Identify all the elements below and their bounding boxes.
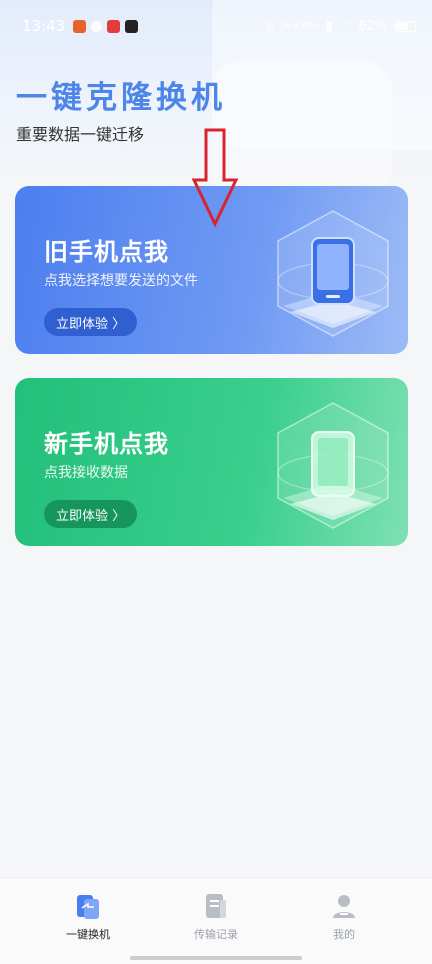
new-phone-illustration — [277, 402, 389, 529]
tab-label: 一键换机 — [66, 928, 110, 941]
notification-app-icon — [125, 19, 139, 33]
tab-mine[interactable]: 我的 — [299, 878, 389, 964]
notification-app-icon — [73, 19, 87, 33]
page-subtitle: 重要数据一键迁移 — [16, 125, 145, 144]
new-phone-card[interactable]: 新手机点我 点我接收数据 立即体验 〉 — [15, 378, 408, 546]
tab-label: 我的 — [333, 928, 355, 941]
notification-app-icon — [107, 19, 121, 33]
wifi-icon: ◠ — [339, 18, 352, 34]
network-speed: 26.3 KB/s — [280, 21, 319, 30]
sim-icon: ▮ — [325, 18, 333, 34]
card-description: 点我选择想要发送的文件 — [44, 273, 198, 289]
user-icon — [333, 895, 355, 918]
tab-one-click-switch[interactable]: 一键换机 — [43, 878, 133, 964]
phone-swap-icon — [77, 895, 99, 919]
header-decoration — [212, 60, 392, 190]
down-arrow-icon — [192, 128, 238, 228]
try-now-button[interactable]: 立即体验 〉 — [44, 308, 138, 336]
bottom-tab-bar: 一键换机 传输记录 我的 — [0, 877, 432, 964]
try-now-button[interactable]: 立即体验 〉 — [44, 500, 138, 528]
tab-transfer-records[interactable]: 传输记录 — [171, 878, 261, 964]
status-time: 13:43 — [22, 17, 66, 35]
status-bar: 13:43 ▯ 26.3 KB/s ▮ ◠ 62% — [0, 0, 432, 52]
old-phone-illustration — [277, 210, 389, 337]
card-description: 点我接收数据 — [44, 465, 128, 481]
document-icon — [206, 894, 226, 918]
tab-label: 传输记录 — [194, 928, 238, 941]
page-title: 一键克隆换机 — [16, 80, 226, 116]
home-indicator[interactable] — [130, 956, 302, 960]
battery-icon — [394, 20, 416, 32]
battery-percent: 62% — [358, 18, 387, 34]
notification-app-icon — [91, 20, 103, 32]
vibrate-icon: ▯ — [266, 18, 274, 34]
card-title: 旧手机点我 — [44, 238, 169, 266]
card-title: 新手机点我 — [44, 430, 169, 458]
